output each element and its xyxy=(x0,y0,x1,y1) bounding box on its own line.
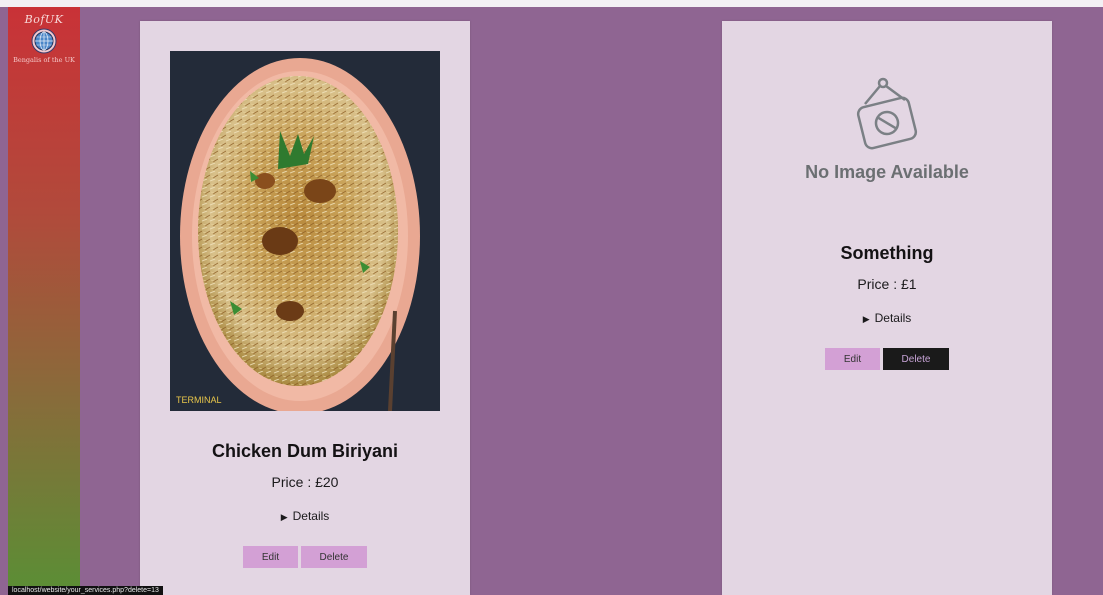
status-bar-url: localhost/website/your_services.php?dele… xyxy=(8,586,163,595)
logo-subtitle: Bengalis of the UK xyxy=(13,56,75,64)
details-toggle[interactable]: ▶ Details xyxy=(722,311,1052,325)
service-price: Price : £1 xyxy=(857,276,917,292)
service-title: Something xyxy=(840,243,934,263)
details-toggle[interactable]: ▶ Details xyxy=(140,509,470,523)
biriyani-photo: TERMINAL xyxy=(170,51,440,411)
triangle-right-icon: ▶ xyxy=(280,512,288,522)
service-card: TERMINAL Chicken Dum Biriyani Price : £2… xyxy=(140,21,470,595)
watermark-text: TERMINAL xyxy=(176,395,222,405)
no-image-placeholder: No Image Available xyxy=(782,76,992,216)
delete-button[interactable]: Delete xyxy=(883,348,949,370)
sidebar: BofUK Bengalis of the UK xyxy=(8,7,80,595)
delete-button[interactable]: Delete xyxy=(301,546,367,568)
service-price: Price : £20 xyxy=(271,474,339,490)
details-label: Details xyxy=(874,311,912,325)
globe-icon xyxy=(31,28,57,54)
service-title: Chicken Dum Biriyani xyxy=(211,441,399,461)
logo-title: BofUK xyxy=(24,13,64,26)
no-image-icon xyxy=(856,77,918,150)
no-image-text: No Image Available xyxy=(805,162,969,182)
edit-button[interactable]: Edit xyxy=(825,348,880,370)
details-label: Details xyxy=(292,509,330,523)
top-edge xyxy=(0,0,1103,7)
service-image: TERMINAL xyxy=(170,51,440,411)
site-logo[interactable]: BofUK Bengalis of the UK xyxy=(8,13,80,64)
triangle-right-icon: ▶ xyxy=(862,314,870,324)
edit-button[interactable]: Edit xyxy=(243,546,298,568)
service-card: No Image Available Something Price : £1 … xyxy=(722,21,1052,595)
